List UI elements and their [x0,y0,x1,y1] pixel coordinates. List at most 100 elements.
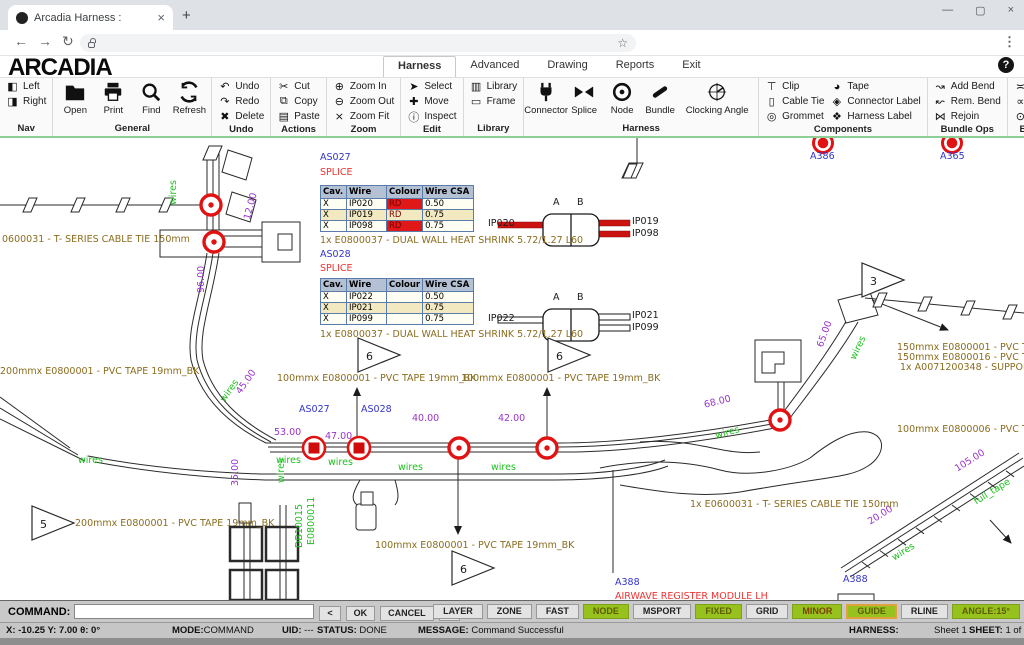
node-button[interactable]: Node [603,79,641,123]
tab-drawing[interactable]: Drawing [533,56,601,77]
rejoin-button[interactable]: ⋈Rejoin [931,109,1004,124]
inspect-button[interactable]: ⓘInspect [404,109,459,124]
lock-icon [88,42,95,48]
delete-button[interactable]: ✖Delete [215,109,267,124]
to-scale-button[interactable]: ∝To Scale [1011,94,1024,109]
browser-tab[interactable]: Arcadia Harness : × [8,5,173,30]
find-button[interactable]: Find [132,79,170,123]
refresh-button[interactable]: Refresh [170,79,208,123]
window-minimize-button[interactable]: — [942,4,953,17]
clocking-angle-button[interactable]: Clocking Angle [679,79,755,123]
harness-label-button[interactable]: ❖Harness Label [827,109,923,124]
ok-button[interactable]: OK [346,606,376,621]
tab-exit[interactable]: Exit [668,56,714,77]
address-bar[interactable]: ☆ [80,34,636,52]
select-button[interactable]: ➤Select [404,79,459,94]
connector-label-button-label: Connector Label [847,96,920,107]
toggle-rline[interactable]: RLINE [901,604,948,619]
connector-button[interactable]: Connector [527,79,565,123]
table-row: XIP019 RD0.75 [321,210,474,221]
cancel-button[interactable]: CANCEL [380,606,434,621]
nav-right-button[interactable]: ◨Right [3,94,49,109]
splice-button[interactable]: Splice [565,79,603,123]
browser-menu-icon[interactable]: ⋮ [1003,34,1016,50]
print-button[interactable]: Print [94,79,132,123]
add-bend-button[interactable]: ↝Add Bend [931,79,1004,94]
toggle-layer[interactable]: LAYER [433,604,483,619]
canvas-label: A386 [810,151,835,162]
tab-reports[interactable]: Reports [602,56,669,77]
toggle-angle-15-[interactable]: ANGLE:15° [952,604,1020,619]
help-button[interactable]: ? [998,57,1014,73]
toggle-grid[interactable]: GRID [746,604,789,619]
window-maximize-button[interactable]: ▢ [975,4,985,17]
ribbon-group-zoom: ⊕Zoom In⊖Zoom Out⨯Zoom FitZoom [327,78,401,136]
harness-node[interactable] [303,437,325,459]
tab-close-icon[interactable]: × [157,10,165,25]
harness-node[interactable] [537,438,557,458]
connector-label-button[interactable]: ◈Connector Label [827,94,923,109]
ribbon-group-components: ⊤Clip▯Cable Tie◎Grommet◕Tape◈Connector L… [759,78,928,136]
harness-node[interactable] [770,410,790,430]
col-header: Wire CSA [423,186,474,199]
move-button-label: Move [424,96,448,107]
info-circle-icon: ⓘ [407,109,420,125]
command-input[interactable] [74,604,314,619]
harness-node[interactable] [201,195,221,215]
harness-node[interactable] [449,438,469,458]
canvas-label: 1x E0800037 - DUAL WALL HEAT SHRINK 5.72… [320,235,583,246]
back-button[interactable]: ← [14,33,28,49]
reload-button[interactable]: ↻ [62,33,74,50]
toggle-fixed[interactable]: FIXED [695,604,742,619]
canvas-label: AIRWAVE REGISTER MODULE LH [615,591,768,600]
bundle-button[interactable]: Bundle [641,79,679,123]
toggle-minor[interactable]: MINOR [792,604,842,619]
toggle-node[interactable]: NODE [583,604,629,619]
zoom-fit-button[interactable]: ⨯Zoom Fit [330,109,397,124]
toggle-msport[interactable]: MSPORT [633,604,692,619]
toggle-zone[interactable]: ZONE [487,604,532,619]
harness-node[interactable] [204,232,224,252]
new-tab-button[interactable]: + [182,7,191,24]
content-button[interactable]: ⊙Content [1011,109,1024,124]
canvas-label: 35.00 [230,459,241,486]
clip-button[interactable]: ⊤Clip [762,79,827,94]
match-props-button[interactable]: ≍Match Props [1011,79,1024,94]
grommet-button[interactable]: ◎Grommet [762,109,827,124]
cable-tie-button-label: Cable Tie [782,96,824,107]
window-close-button[interactable]: × [1008,4,1014,17]
toggle-guide[interactable]: GUIDE [846,604,897,619]
forward-button[interactable]: → [38,33,52,49]
library-button[interactable]: ▥Library [467,79,521,94]
zoom-in-button[interactable]: ⊕Zoom In [330,79,397,94]
svg-text:6: 6 [556,350,563,363]
flag-marker: 6 [548,338,590,372]
frame-button[interactable]: ▭Frame [467,94,521,109]
bookmark-star-icon[interactable]: ☆ [617,36,628,50]
ribbon-group-label: Zoom [330,124,397,136]
nav-left-button[interactable]: ◧Left [3,79,49,94]
cut-button[interactable]: ✂Cut [274,79,323,94]
grommet-ring-icon: ◎ [765,110,778,123]
library-button-label: Library [487,81,518,92]
undo-button[interactable]: ↶Undo [215,79,267,94]
copy-button-label: Copy [294,96,317,107]
move-button[interactable]: ✚Move [404,94,459,109]
drawing-canvas[interactable]: 56663 Cav. Wire Colour Wire CSA XIP020 R… [0,138,1024,600]
copy-button[interactable]: ⧉Copy [274,94,323,109]
zoom-out-button[interactable]: ⊖Zoom Out [330,94,397,109]
sheet-readout: SHEET: 1 of 1 [969,625,1024,636]
canvas-label: wires [398,462,423,473]
open-button[interactable]: Open [56,79,94,123]
redo-button[interactable]: ↷Redo [215,94,267,109]
remove-bend-button[interactable]: ↜Rem. Bend [931,94,1004,109]
cable-tie-button[interactable]: ▯Cable Tie [762,94,827,109]
tab-harness[interactable]: Harness [383,56,456,77]
paste-button[interactable]: ▤Paste [274,109,323,124]
tab-advanced[interactable]: Advanced [456,56,533,77]
command-back-button[interactable]: < [319,606,340,621]
toggle-fast[interactable]: FAST [536,604,579,619]
tape-button[interactable]: ◕Tape [827,79,923,94]
splice-table-as028: Cav. Wire Colour Wire CSA XIP022 0.50 XI… [320,278,474,325]
ribbon-group-bundle-props: ≍Match Props∝To Scale⊙ContentBundle Prop… [1008,78,1024,136]
